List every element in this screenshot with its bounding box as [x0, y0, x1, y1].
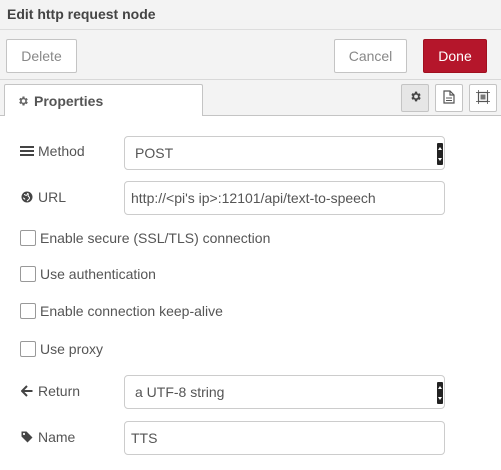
dialog-title: Edit http request node — [0, 0, 501, 30]
secure-connection-option[interactable]: Enable secure (SSL/TLS) connection — [20, 230, 270, 246]
tag-icon — [20, 431, 34, 443]
return-select[interactable]: a UTF-8 string — [124, 375, 445, 409]
globe-icon — [20, 191, 34, 203]
return-select-value: a UTF-8 string — [135, 384, 225, 400]
appearance-tab-button[interactable] — [469, 84, 497, 112]
url-label: URL — [20, 189, 66, 205]
name-input-value: TTS — [131, 430, 158, 446]
gear-icon — [409, 90, 422, 106]
authentication-option[interactable]: Use authentication — [20, 266, 156, 282]
gear-icon — [17, 95, 29, 107]
name-label: Name — [20, 429, 75, 445]
url-input-value: http://<pi's ip>:12101/api/text-to-speec… — [131, 190, 376, 206]
proxy-checkbox[interactable] — [20, 341, 36, 357]
keep-alive-option[interactable]: Enable connection keep-alive — [20, 303, 223, 319]
list-icon — [20, 146, 34, 156]
properties-panel: Method POST URL http://<pi's ip>:12101/a… — [0, 116, 501, 470]
description-tab-button[interactable] — [435, 84, 463, 112]
method-select[interactable]: POST — [124, 136, 445, 170]
document-icon — [443, 89, 455, 107]
delete-button[interactable]: Delete — [6, 39, 77, 73]
arrow-left-icon — [20, 385, 34, 397]
keep-alive-checkbox[interactable] — [20, 303, 36, 319]
secure-connection-checkbox[interactable] — [20, 230, 36, 246]
url-input[interactable]: http://<pi's ip>:12101/api/text-to-speec… — [124, 181, 445, 215]
select-arrows-icon — [437, 382, 443, 404]
proxy-option[interactable]: Use proxy — [20, 341, 103, 357]
return-label: Return — [20, 383, 80, 399]
properties-tab-button[interactable] — [401, 84, 429, 112]
tab-bar: Properties — [0, 80, 501, 117]
frame-icon — [476, 89, 490, 107]
dialog-toolbar: Delete Cancel Done — [0, 30, 501, 80]
method-select-value: POST — [135, 145, 174, 161]
select-arrows-icon — [437, 143, 443, 165]
done-button[interactable]: Done — [423, 39, 487, 73]
cancel-button[interactable]: Cancel — [334, 39, 407, 73]
method-label: Method — [20, 143, 85, 159]
name-input[interactable]: TTS — [124, 421, 445, 455]
authentication-checkbox[interactable] — [20, 266, 36, 282]
tab-properties[interactable]: Properties — [4, 84, 203, 117]
tab-properties-label: Properties — [34, 93, 104, 109]
